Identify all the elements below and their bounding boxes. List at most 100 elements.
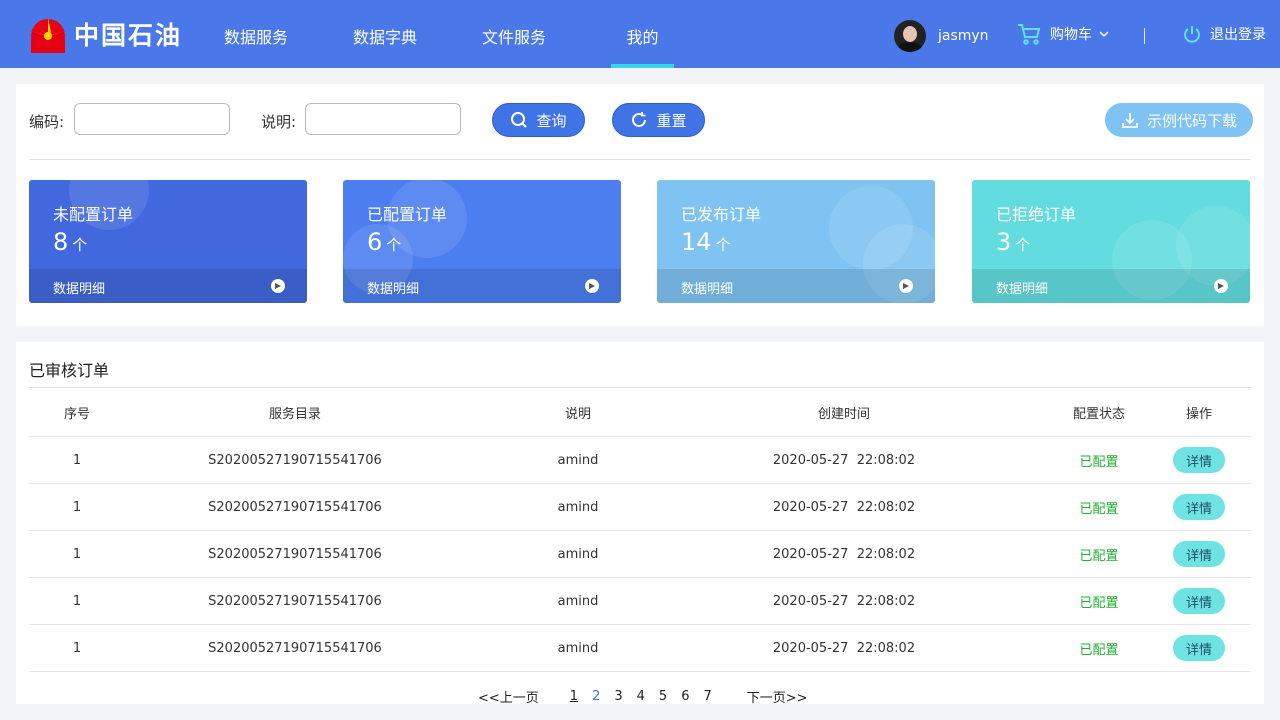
column-header-catalog: 服务目录 (268, 406, 321, 422)
card-title: 已配置订单 (367, 205, 448, 224)
brand-name: 中国石油 (74, 21, 183, 50)
card-footer-label: 数据明细 (996, 282, 1049, 297)
prev-page-link[interactable]: <<上一页 (478, 687, 539, 706)
detail-button[interactable]: 详情 (1173, 588, 1225, 614)
card-footer[interactable]: 数据明细 (343, 269, 621, 303)
nav-mine[interactable]: 我的 (611, 0, 674, 68)
search-label: 查询 (536, 111, 567, 130)
column-header-created: 创建时间 (817, 406, 870, 422)
card-count-unit: 个 (386, 236, 402, 254)
card-count: 14 个 (681, 228, 731, 256)
row-desc: amind (557, 546, 599, 562)
card-title: 未配置订单 (53, 205, 134, 224)
card-count: 3个 (996, 228, 1030, 256)
table-row: 1 S20200527190715541706 amind 2020-05-27… (29, 531, 1251, 578)
row-index: 1 (72, 593, 82, 609)
card-count-value: 14 (681, 228, 712, 256)
card-count-value: 6 (367, 228, 383, 256)
row-created: 2020-05-27 22:08:02 (772, 499, 916, 515)
arrow-circle-icon[interactable] (271, 279, 285, 293)
page-link-1[interactable]: 1 (570, 689, 578, 704)
table-title: 已审核订单 (29, 361, 110, 380)
card-title: 已发布订单 (681, 205, 762, 224)
card-footer[interactable]: 数据明细 (29, 269, 307, 303)
arrow-circle-icon[interactable] (1214, 279, 1228, 293)
table-row: 1 S20200527190715541706 amind 2020-05-27… (29, 625, 1251, 672)
row-catalog: S20200527190715541706 (208, 593, 382, 609)
avatar[interactable] (894, 20, 926, 52)
page-link-6[interactable]: 6 (681, 689, 689, 704)
row-action: 详情 (1149, 531, 1249, 577)
detail-button[interactable]: 详情 (1173, 541, 1225, 567)
desc-input[interactable] (305, 103, 461, 135)
card-footer[interactable]: 数据明细 (657, 269, 935, 303)
username: jasmyn (938, 28, 989, 44)
user-profile[interactable]: jasmyn (894, 20, 989, 52)
row-catalog: S20200527190715541706 (208, 640, 382, 656)
row-desc: amind (557, 640, 599, 656)
card-unconfigured-orders[interactable]: 未配置订单 8个 数据明细 (29, 180, 307, 303)
column-header-desc: 说明 (564, 406, 591, 422)
brand-logo[interactable]: 中国石油 (28, 14, 182, 54)
reset-button[interactable]: 重置 (612, 103, 705, 137)
chevron-down-icon (1099, 31, 1109, 38)
code-label: 编码: (29, 113, 65, 131)
logout-button[interactable]: 退出登录 (1182, 24, 1266, 44)
search-button[interactable]: 查询 (492, 103, 585, 137)
row-index: 1 (72, 499, 82, 515)
header-divider (1144, 28, 1145, 44)
detail-button[interactable]: 详情 (1173, 494, 1225, 520)
card-footer-label: 数据明细 (53, 282, 106, 297)
row-desc: amind (557, 593, 599, 609)
refresh-icon (632, 112, 647, 127)
card-footer-label: 数据明细 (367, 282, 420, 297)
page-link-7[interactable]: 7 (703, 689, 711, 704)
search-icon (511, 112, 528, 128)
nav-data-service[interactable]: 数据服务 (210, 0, 302, 68)
detail-button[interactable]: 详情 (1173, 447, 1225, 473)
page-link-4[interactable]: 4 (637, 689, 645, 704)
petrochina-logo-icon (31, 18, 65, 53)
power-icon (1184, 26, 1200, 43)
detail-button[interactable]: 详情 (1173, 635, 1225, 661)
sample-code-download-button[interactable]: 示例代码下载 (1105, 103, 1253, 137)
table-row: 1 S20200527190715541706 amind 2020-05-27… (29, 578, 1251, 625)
top-nav-bar: 中国石油 数据服务 数据字典 文件服务 我的 jasmyn 购物车 退出登录 (0, 0, 1280, 68)
arrow-circle-icon[interactable] (585, 279, 599, 293)
arrow-circle-icon[interactable] (899, 279, 913, 293)
audited-orders-panel: 已审核订单 序号 服务目录 说明 创建时间 配置状态 操作 1 S2020052… (16, 342, 1264, 706)
card-count-unit: 个 (715, 236, 731, 254)
summary-panel: 编码: 说明: 查询 重置 示例代码下载 未配置订单 8个 数据明细 已配置订单 (16, 84, 1264, 326)
card-count: 8个 (53, 228, 87, 256)
column-header-action: 操作 (1185, 406, 1212, 422)
card-rejected-orders[interactable]: 已拒绝订单 3个 数据明细 (972, 180, 1250, 303)
cart-menu[interactable]: 购物车 (1016, 22, 1110, 46)
nav-data-dictionary[interactable]: 数据字典 (340, 0, 430, 68)
row-action: 详情 (1149, 578, 1249, 624)
page-link-3[interactable]: 3 (614, 689, 622, 704)
page-link-5[interactable]: 5 (659, 689, 667, 704)
page-link-2[interactable]: 2 (592, 689, 600, 704)
code-input[interactable] (74, 103, 230, 135)
row-index: 1 (72, 546, 82, 562)
card-published-orders[interactable]: 已发布订单 14 个 数据明细 (657, 180, 935, 303)
row-action: 详情 (1149, 437, 1249, 483)
cart-icon (1018, 24, 1041, 45)
table-header: 序号 服务目录 说明 创建时间 配置状态 操作 (29, 388, 1251, 437)
row-created: 2020-05-27 22:08:02 (772, 546, 916, 562)
card-footer[interactable]: 数据明细 (972, 269, 1250, 303)
nav-file-service[interactable]: 文件服务 (468, 0, 560, 68)
card-count: 6个 (367, 228, 401, 256)
card-configured-orders[interactable]: 已配置订单 6个 数据明细 (343, 180, 621, 303)
next-page-link[interactable]: 下一页>> (747, 687, 808, 706)
row-catalog: S20200527190715541706 (208, 452, 382, 468)
pagination: <<上一页 1 2 3 4 5 6 7 下一页>> (478, 687, 808, 706)
row-index: 1 (72, 452, 82, 468)
row-catalog: S20200527190715541706 (208, 546, 382, 562)
reset-label: 重置 (656, 111, 687, 130)
row-desc: amind (557, 452, 599, 468)
download-icon (1122, 113, 1138, 128)
row-action: 详情 (1149, 625, 1249, 671)
row-created: 2020-05-27 22:08:02 (772, 640, 916, 656)
card-count-unit: 个 (72, 236, 88, 254)
